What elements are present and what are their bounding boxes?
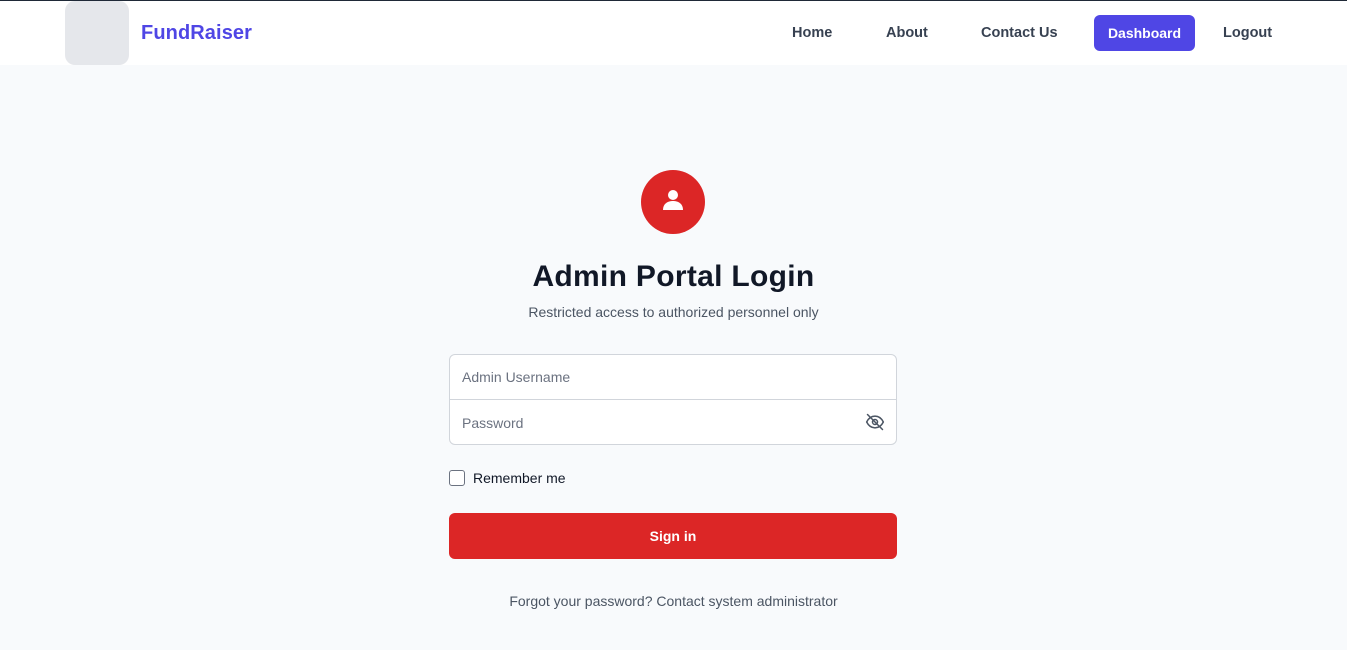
remember-me[interactable]: Remember me (449, 470, 566, 486)
forgot-password-text: Forgot your password? Contact system adm… (509, 593, 838, 609)
eye-off-icon[interactable] (865, 412, 885, 432)
dashboard-button[interactable]: Dashboard (1094, 15, 1195, 51)
logout-link[interactable]: Logout (1223, 25, 1272, 41)
remember-label: Remember me (473, 470, 566, 486)
brand-name[interactable]: FundRaiser (141, 22, 252, 45)
page-title: Admin Portal Login (532, 260, 815, 293)
remember-checkbox[interactable] (449, 470, 465, 486)
login-fields (449, 354, 897, 445)
nav-about-link[interactable]: About (886, 25, 928, 41)
nav-contact-link[interactable]: Contact Us (981, 25, 1058, 41)
password-input[interactable] (450, 400, 896, 445)
page-subtitle: Restricted access to authorized personne… (528, 304, 819, 320)
navbar: FundRaiser Home About Contact Us Dashboa… (0, 1, 1347, 65)
nav-home-link[interactable]: Home (792, 25, 832, 41)
user-icon (661, 188, 685, 217)
sign-in-button[interactable]: Sign in (449, 513, 897, 559)
admin-avatar (641, 170, 705, 234)
username-input[interactable] (450, 355, 896, 400)
logo-placeholder[interactable] (65, 1, 129, 65)
